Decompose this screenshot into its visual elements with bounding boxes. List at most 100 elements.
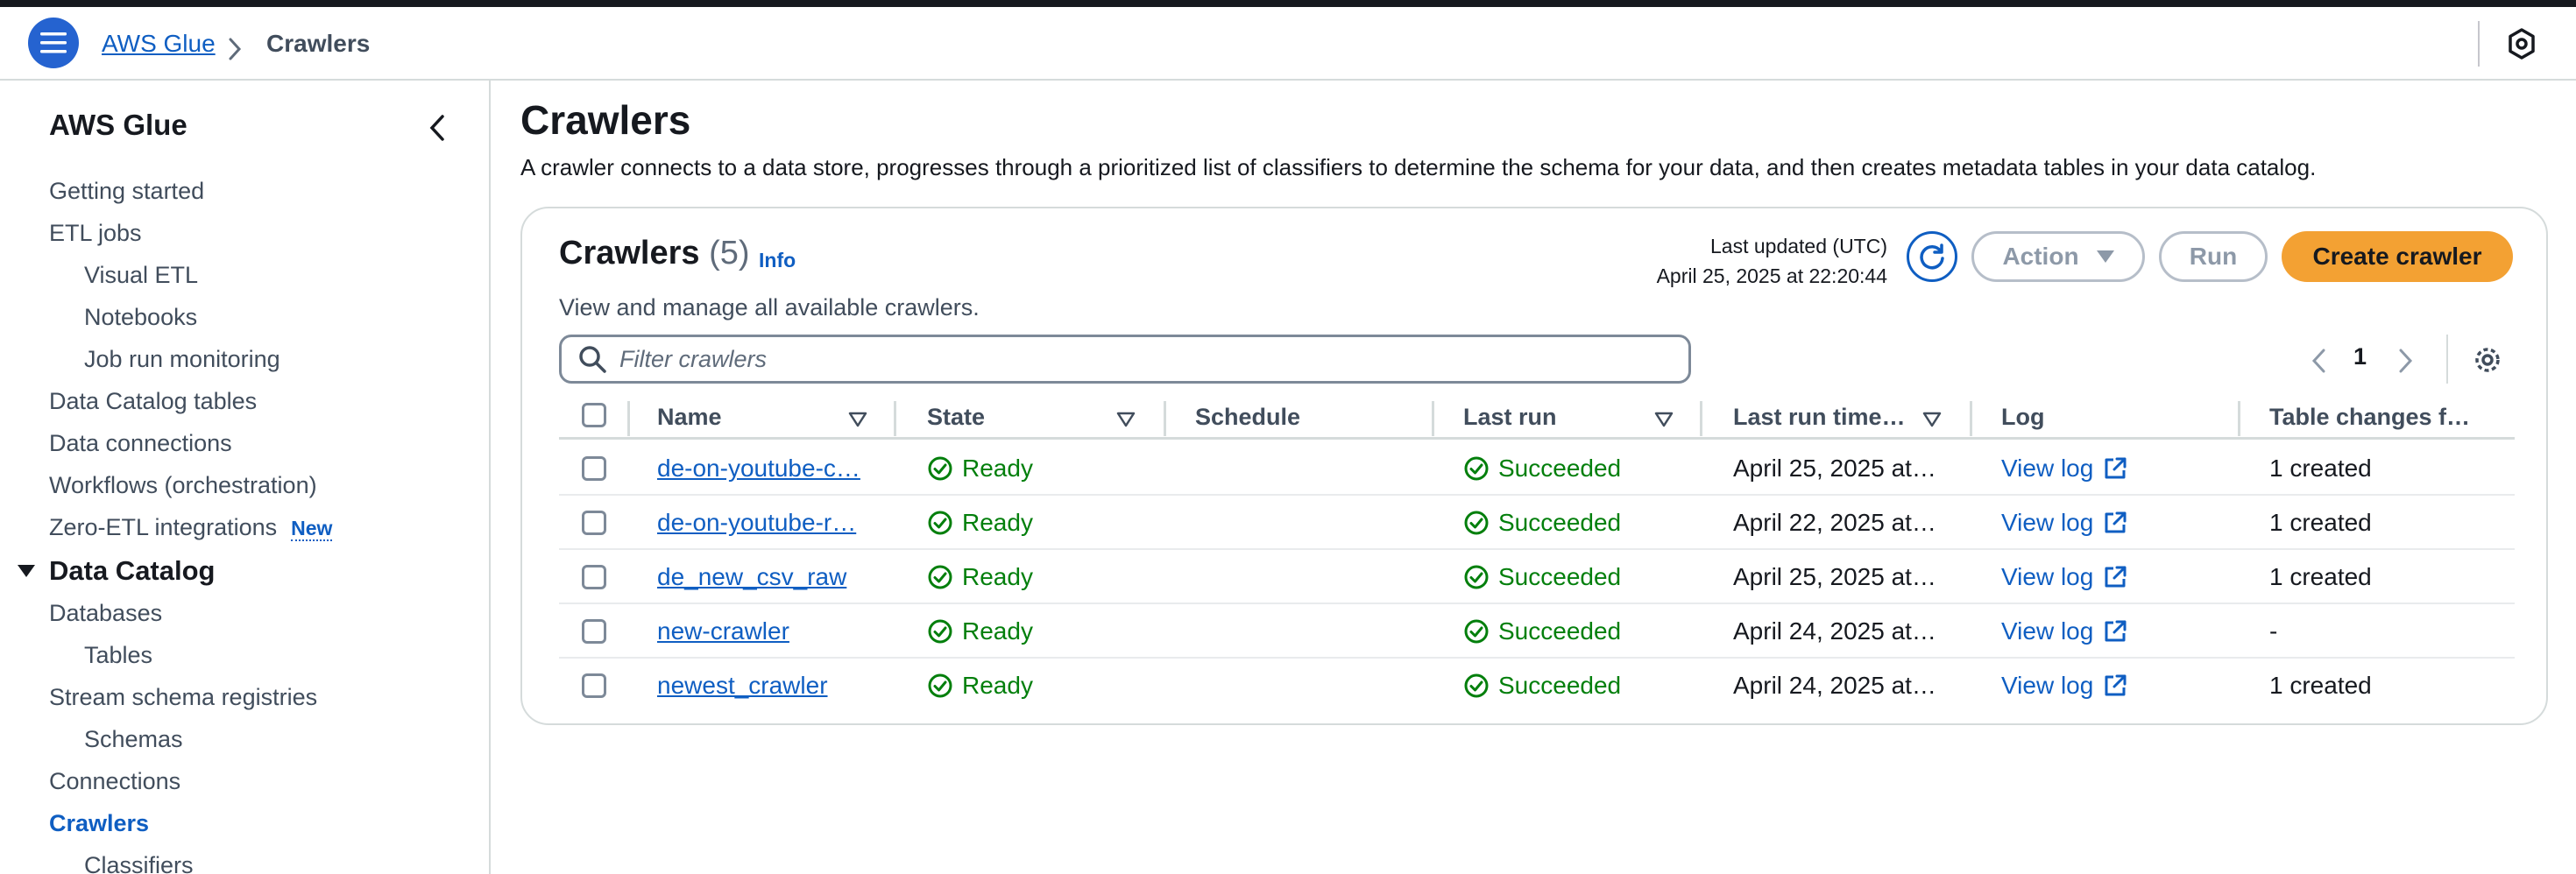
table-changes-cell: 1 created xyxy=(2269,455,2372,482)
menu-button[interactable] xyxy=(28,18,79,68)
sidebar-item-crawlers[interactable]: Crawlers xyxy=(49,807,149,839)
state-cell: Ready xyxy=(927,496,1033,550)
sidebar-item-etl-jobs[interactable]: ETL jobs xyxy=(49,217,142,249)
sidebar-item-job-run-monitoring[interactable]: Job run monitoring xyxy=(84,343,280,375)
sidebar-item-workflows[interactable]: Workflows (orchestration) xyxy=(49,469,317,501)
refresh-button[interactable] xyxy=(1907,231,1957,282)
crawler-name-link[interactable]: newest_crawler xyxy=(657,659,885,713)
state-label: Ready xyxy=(962,455,1033,482)
pagination-next-icon[interactable] xyxy=(2392,345,2418,377)
sidebar-item-zero-etl[interactable]: Zero-ETL integrations New xyxy=(49,511,333,544)
status-success-icon xyxy=(1464,456,1489,481)
view-log-link[interactable]: View log xyxy=(2001,550,2128,604)
row-checkbox[interactable] xyxy=(582,565,606,589)
breadcrumb-aws-glue[interactable]: AWS Glue xyxy=(102,25,216,63)
filter-crawlers-field[interactable] xyxy=(559,335,1691,384)
column-divider[interactable] xyxy=(1432,401,1434,436)
view-log-link[interactable]: View log xyxy=(2001,659,2128,713)
state-label: Ready xyxy=(962,617,1033,645)
action-dropdown-button[interactable]: Action xyxy=(1971,231,2145,282)
table-row[interactable]: de_new_csv_raw Ready Succeeded April 25,… xyxy=(559,550,2515,604)
row-checkbox[interactable] xyxy=(582,511,606,535)
column-header-schedule[interactable]: Schedule xyxy=(1195,391,1300,440)
table-changes-cell: 1 created xyxy=(2269,672,2372,699)
sidebar-item-connections[interactable]: Connections xyxy=(49,765,180,797)
sidebar-item-stream-schema-registries[interactable]: Stream schema registries xyxy=(49,681,317,713)
table-changes-cell: 1 created xyxy=(2269,563,2372,590)
column-divider[interactable] xyxy=(1970,401,1972,436)
sort-icon[interactable] xyxy=(1654,410,1674,429)
column-header-name[interactable]: Name xyxy=(657,391,722,440)
view-log-link[interactable]: View log xyxy=(2001,496,2128,550)
state-cell: Ready xyxy=(927,441,1033,496)
top-navigation: AWS Glue Crawlers xyxy=(0,7,2576,81)
refresh-icon xyxy=(1920,243,1944,270)
table-row[interactable]: newest_crawler Ready Succeeded April 24,… xyxy=(559,659,2515,713)
sidebar-item-classifiers[interactable]: Classifiers xyxy=(84,849,194,874)
column-divider[interactable] xyxy=(894,401,896,436)
view-log-link[interactable]: View log xyxy=(2001,441,2128,496)
last-run-time-cell: April 22, 2025 at… xyxy=(1733,509,1936,536)
create-crawler-button[interactable]: Create crawler xyxy=(2282,231,2513,282)
sidebar-item-tables[interactable]: Tables xyxy=(84,639,152,671)
search-icon xyxy=(579,346,606,373)
table-changes-cell: 1 created xyxy=(2269,509,2372,536)
sidebar-section-label: Data Catalog xyxy=(49,555,216,586)
filter-crawlers-input[interactable] xyxy=(619,345,1653,373)
settings-icon[interactable] xyxy=(2471,343,2504,377)
sidebar-title: AWS Glue xyxy=(49,109,188,141)
sidebar-item-data-catalog-tables[interactable]: Data Catalog tables xyxy=(49,385,257,417)
view-log-link[interactable]: View log xyxy=(2001,604,2128,659)
chevron-right-icon xyxy=(229,38,242,60)
sidebar-item-visual-etl[interactable]: Visual ETL xyxy=(84,259,198,291)
run-button[interactable]: Run xyxy=(2159,231,2268,282)
sort-icon[interactable] xyxy=(1922,410,1942,429)
column-divider[interactable] xyxy=(1164,401,1166,436)
table-changes-cell: - xyxy=(2269,617,2278,645)
status-success-icon xyxy=(928,565,952,589)
table-row[interactable]: new-crawler Ready Succeeded April 24, 20… xyxy=(559,604,2515,659)
row-checkbox[interactable] xyxy=(582,673,606,698)
status-success-icon xyxy=(928,456,952,481)
sort-icon[interactable] xyxy=(848,410,867,429)
action-label: Action xyxy=(2002,243,2079,270)
chevron-left-icon[interactable] xyxy=(424,112,450,144)
sidebar-section-data-catalog[interactable]: Data Catalog xyxy=(18,555,215,587)
table-row[interactable]: de-on-youtube-c… Ready Succeeded April 2… xyxy=(559,441,2515,496)
sidebar-item-databases[interactable]: Databases xyxy=(49,597,162,629)
external-link-icon xyxy=(2105,457,2127,479)
sidebar-item-data-connections[interactable]: Data connections xyxy=(49,427,232,459)
column-header-last-run-time[interactable]: Last run time… xyxy=(1733,391,1906,440)
crawler-name-link[interactable]: de-on-youtube-r… xyxy=(657,496,885,550)
column-divider[interactable] xyxy=(1700,401,1702,436)
sidebar-item-schemas[interactable]: Schemas xyxy=(84,723,183,755)
column-header-log[interactable]: Log xyxy=(2001,391,2044,440)
status-success-icon xyxy=(1464,619,1489,644)
crawler-name-link[interactable]: de_new_csv_raw xyxy=(657,550,885,604)
table-row[interactable]: de-on-youtube-r… Ready Succeeded April 2… xyxy=(559,496,2515,550)
crawler-name-link[interactable]: de-on-youtube-c… xyxy=(657,441,885,496)
sidebar-item-getting-started[interactable]: Getting started xyxy=(49,175,204,207)
status-success-icon xyxy=(1464,511,1489,535)
settings-icon[interactable] xyxy=(2504,26,2539,61)
info-link[interactable]: Info xyxy=(759,249,796,272)
sort-icon[interactable] xyxy=(1116,410,1136,429)
select-all-checkbox[interactable] xyxy=(582,403,606,427)
column-divider[interactable] xyxy=(2238,401,2240,436)
sidebar-item-notebooks[interactable]: Notebooks xyxy=(84,301,197,333)
last-run-label: Succeeded xyxy=(1498,617,1622,645)
sidebar-item-label: Zero-ETL integrations xyxy=(49,514,278,540)
pagination-page-number[interactable]: 1 xyxy=(2353,343,2367,370)
external-link-icon xyxy=(2105,511,2127,533)
column-header-state[interactable]: State xyxy=(927,391,985,440)
crawlers-description: View and manage all available crawlers. xyxy=(559,294,980,321)
row-checkbox[interactable] xyxy=(582,619,606,644)
column-header-table-changes[interactable]: Table changes f… xyxy=(2269,391,2470,440)
crawlers-header: Crawlers (5) xyxy=(559,235,750,272)
pagination-prev-icon[interactable] xyxy=(2306,345,2332,377)
row-checkbox[interactable] xyxy=(582,456,606,481)
status-success-icon xyxy=(928,619,952,644)
state-cell: Ready xyxy=(927,604,1033,659)
crawler-name-link[interactable]: new-crawler xyxy=(657,604,885,659)
column-header-last-run[interactable]: Last run xyxy=(1463,391,1557,440)
